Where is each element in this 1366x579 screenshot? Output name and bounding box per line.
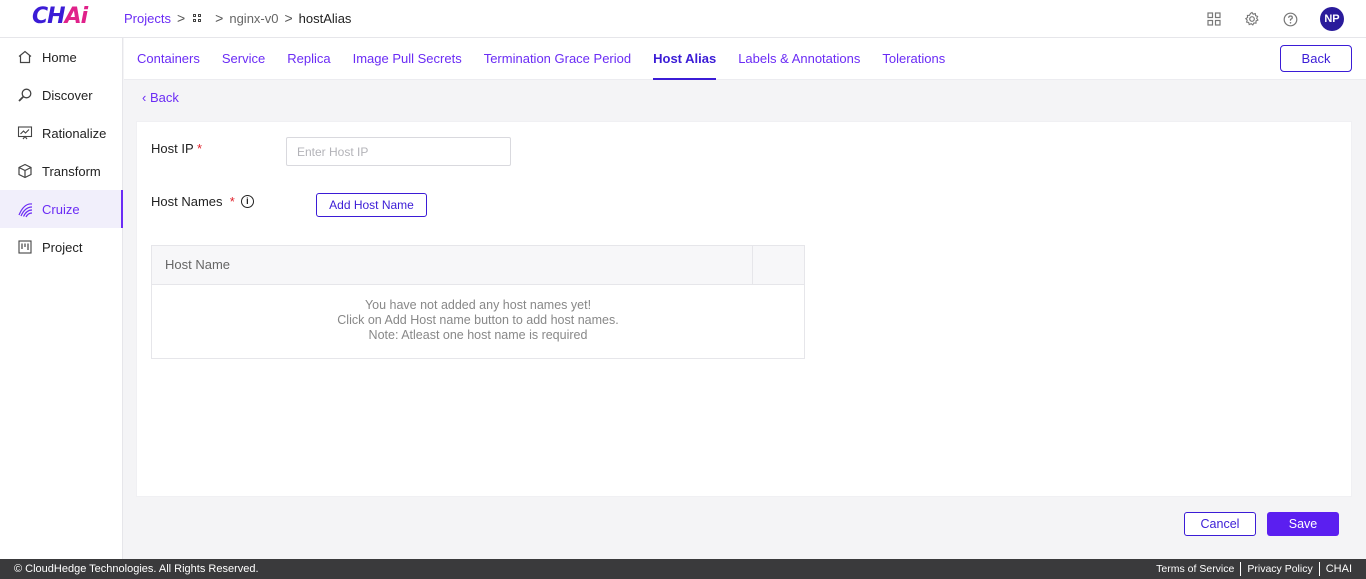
sidebar-item-label: Transform: [42, 163, 101, 179]
host-ip-label: Host IP *: [151, 141, 203, 156]
home-icon: [16, 48, 34, 66]
project-icon: [16, 238, 34, 256]
host-alias-form: Host IP * Host Names * i Add Host Name H…: [136, 121, 1352, 497]
tab-tolerations[interactable]: Tolerations: [871, 38, 956, 80]
breadcrumb: Projects > > nginx-v0 > hostAlias: [124, 10, 351, 26]
empty-state-line: Click on Add Host name button to add hos…: [337, 313, 619, 327]
breadcrumb-project[interactable]: nginx-v0: [229, 11, 278, 26]
rationalize-icon: [16, 124, 34, 142]
apps-grid-icon[interactable]: [1206, 11, 1222, 27]
privacy-policy-link[interactable]: Privacy Policy: [1241, 563, 1318, 575]
breadcrumb-separator: >: [284, 10, 293, 26]
header-actions: NP: [1206, 7, 1344, 31]
terms-of-service-link[interactable]: Terms of Service: [1150, 563, 1240, 575]
sidebar-item-label: Project: [42, 239, 83, 255]
info-icon[interactable]: i: [240, 195, 254, 208]
transform-icon: [16, 162, 34, 180]
empty-state-line: Note: Atleast one host name is required: [368, 328, 588, 342]
empty-state: You have not added any host names yet! C…: [152, 285, 804, 343]
sidebar-item-discover[interactable]: Discover: [0, 76, 122, 114]
tab-list: Containers Service Replica Image Pull Se…: [137, 38, 956, 80]
sidebar-item-transform[interactable]: Transform: [0, 152, 122, 190]
breadcrumb-separator: >: [176, 10, 186, 26]
tab-labels-annotations[interactable]: Labels & Annotations: [727, 38, 871, 80]
table-header: Host Name: [152, 246, 804, 285]
host-ip-input[interactable]: [286, 137, 511, 166]
breadcrumb-separator: >: [215, 10, 224, 26]
host-names-table: Host Name You have not added any host na…: [151, 245, 805, 359]
breadcrumb-current: hostAlias: [298, 10, 352, 26]
empty-state-line: You have not added any host names yet!: [364, 298, 592, 312]
sidebar-item-rationalize[interactable]: Rationalize: [0, 114, 122, 152]
column-header-actions: [753, 246, 804, 284]
required-mark: *: [197, 141, 203, 156]
breadcrumb-projects-link[interactable]: Projects: [124, 11, 171, 26]
sidebar-item-label: Discover: [42, 87, 93, 103]
column-header-host-name: Host Name: [152, 246, 753, 284]
chai-logo[interactable]: CHAi: [32, 4, 88, 29]
footer: © CloudHedge Technologies. All Rights Re…: [0, 559, 1366, 579]
avatar[interactable]: NP: [1320, 7, 1344, 31]
sidebar-item-label: Rationalize: [42, 125, 107, 141]
tabs-bar: Containers Service Replica Image Pull Se…: [124, 38, 1366, 80]
sidebar-item-cruize[interactable]: Cruize: [0, 190, 123, 228]
tab-termination-grace-period[interactable]: Termination Grace Period: [473, 38, 642, 80]
chevron-left-icon: ‹: [142, 90, 147, 105]
top-header: CHAi Projects > > nginx-v0 > hostAlias N…: [0, 0, 1366, 38]
tab-containers[interactable]: Containers: [137, 38, 211, 80]
sidebar-item-label: Home: [42, 49, 77, 65]
cruize-icon: [16, 200, 34, 218]
sidebar-item-home[interactable]: Home: [0, 38, 122, 76]
project-grid-icon[interactable]: [193, 14, 202, 22]
back-link-label: Back: [149, 90, 179, 105]
save-button[interactable]: Save: [1267, 512, 1339, 536]
copyright-text: © CloudHedge Technologies. All Rights Re…: [14, 563, 259, 575]
footer-brand: CHAI: [1325, 563, 1352, 575]
tab-replica[interactable]: Replica: [276, 38, 341, 80]
cancel-button[interactable]: Cancel: [1184, 512, 1256, 536]
sidebar-item-label: Cruize: [42, 201, 80, 217]
tab-image-pull-secrets[interactable]: Image Pull Secrets: [342, 38, 473, 80]
required-mark: *: [229, 194, 235, 209]
discover-icon: [16, 86, 34, 104]
footer-links: Terms of Service Privacy Policy CHAI: [1150, 561, 1352, 577]
gear-icon[interactable]: [1244, 11, 1260, 27]
sidebar: Home Discover Rationalize Transform Crui…: [0, 38, 123, 559]
back-button[interactable]: Back: [1280, 45, 1352, 72]
help-icon[interactable]: [1282, 11, 1298, 27]
add-host-name-button[interactable]: Add Host Name: [316, 193, 427, 217]
tab-service[interactable]: Service: [211, 38, 276, 80]
host-names-label: Host Names * i: [151, 194, 254, 209]
sidebar-item-project[interactable]: Project: [0, 228, 122, 266]
tab-host-alias[interactable]: Host Alias: [642, 38, 727, 80]
back-link[interactable]: ‹ Back: [142, 90, 179, 105]
